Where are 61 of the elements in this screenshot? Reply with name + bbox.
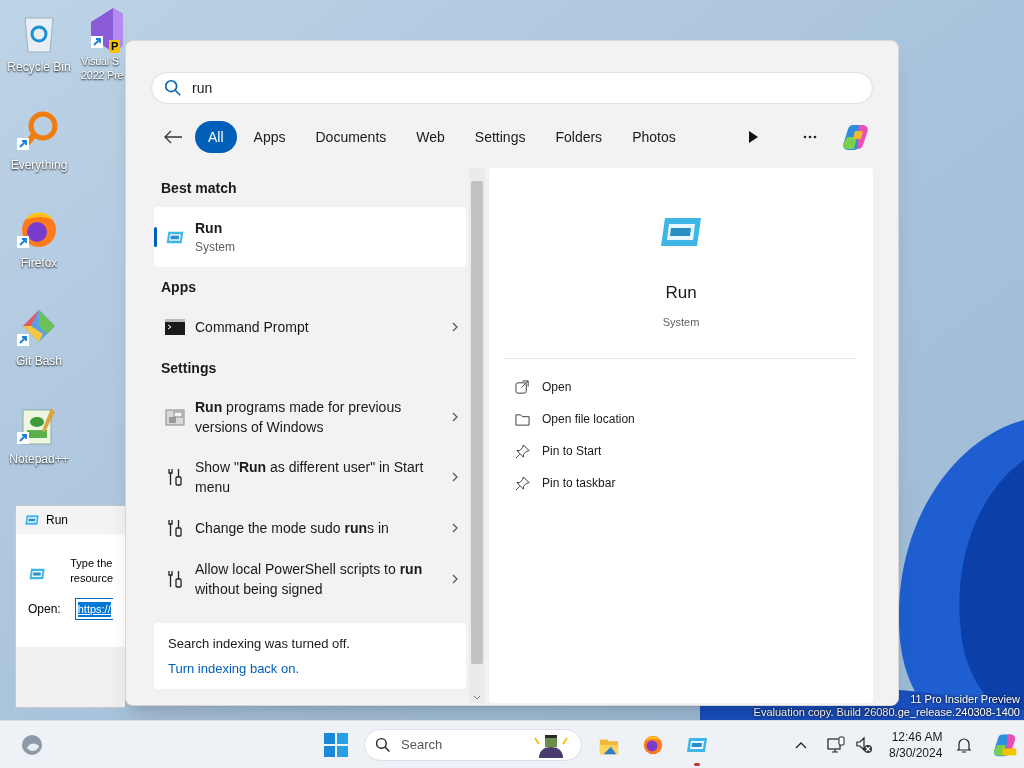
action-button[interactable]: Pin to Start — [505, 435, 857, 467]
input-field[interactable]: https:// — [74, 598, 113, 620]
result-title: Allow local PowerShell scripts to run without being signed — [195, 560, 424, 599]
clock[interactable]: 12:46 AM 8/30/2024 — [889, 729, 943, 761]
result-title: Show "Run as different user" in Start menu — [195, 458, 425, 497]
window-icon — [165, 408, 185, 426]
filter-tab[interactable]: All — [195, 121, 237, 153]
folder-icon — [515, 411, 530, 427]
watermark-text: 11 Pro Insider Preview — [910, 693, 1020, 706]
windows-logo-icon — [324, 733, 348, 757]
section-heading: Settings — [160, 359, 218, 378]
search-field[interactable]: Search — [364, 729, 582, 761]
back-icon[interactable] — [163, 129, 183, 145]
prompt-text: Type the resource — [70, 556, 113, 586]
section-heading: Best match — [160, 179, 238, 198]
copilot-icon[interactable] — [992, 732, 1019, 758]
action-button[interactable]: Open — [505, 371, 857, 403]
play-icon[interactable] — [747, 131, 759, 143]
result-item[interactable]: Run System — [154, 207, 466, 267]
tools-icon — [167, 570, 183, 588]
result-title: Command Prompt — [195, 318, 310, 337]
chevron-icon[interactable] — [452, 523, 458, 533]
run-icon — [24, 513, 40, 527]
terminal-icon — [165, 319, 185, 335]
action-button[interactable]: Pin to taskbar — [505, 467, 857, 499]
bell-icon[interactable] — [956, 736, 973, 754]
pin-icon — [515, 475, 530, 491]
chevron-icon[interactable] — [452, 412, 458, 422]
copilot-icon[interactable] — [841, 123, 871, 151]
result-title: Run — [195, 219, 224, 238]
tools-icon — [167, 519, 183, 537]
search-field[interactable]: run — [151, 72, 873, 104]
info-text: Search indexing was turned off. — [168, 635, 351, 653]
link[interactable]: Turn indexing back on. — [168, 658, 452, 678]
result-title: Run programs made for previous versions of Windows — [195, 398, 403, 437]
search-icon — [164, 79, 182, 97]
chevron-icon[interactable] — [452, 574, 458, 584]
app-icon — [641, 734, 665, 756]
search-icon — [375, 737, 391, 753]
more-icon[interactable] — [803, 135, 817, 139]
action-button[interactable]: Open file location — [505, 403, 857, 435]
result-subtitle: System — [195, 239, 236, 256]
scroll-down-icon[interactable] — [473, 695, 481, 700]
network-icon[interactable] — [827, 736, 845, 754]
chevron-up-icon[interactable] — [795, 741, 807, 749]
scrollbar[interactable] — [469, 168, 485, 703]
window-title: Run — [46, 512, 68, 529]
field-label: Open: — [28, 601, 61, 618]
app-title: Run — [665, 282, 697, 304]
chevron-icon[interactable] — [452, 322, 458, 332]
figure-icon[interactable] — [531, 732, 571, 758]
external-link-icon — [515, 379, 530, 395]
watermark-text: Evaluation copy. Build 26080.ge_release.240308-1400 — [753, 706, 1020, 719]
tools-icon — [167, 468, 183, 486]
pin-icon — [515, 443, 530, 459]
chevron-icon[interactable] — [452, 472, 458, 482]
app-subtitle: System — [662, 314, 700, 330]
volume-muted-icon[interactable] — [855, 736, 873, 754]
badge: P — [109, 40, 121, 53]
section-heading: Apps — [160, 278, 197, 297]
result-title: Change the mode sudo runs in — [195, 519, 390, 538]
